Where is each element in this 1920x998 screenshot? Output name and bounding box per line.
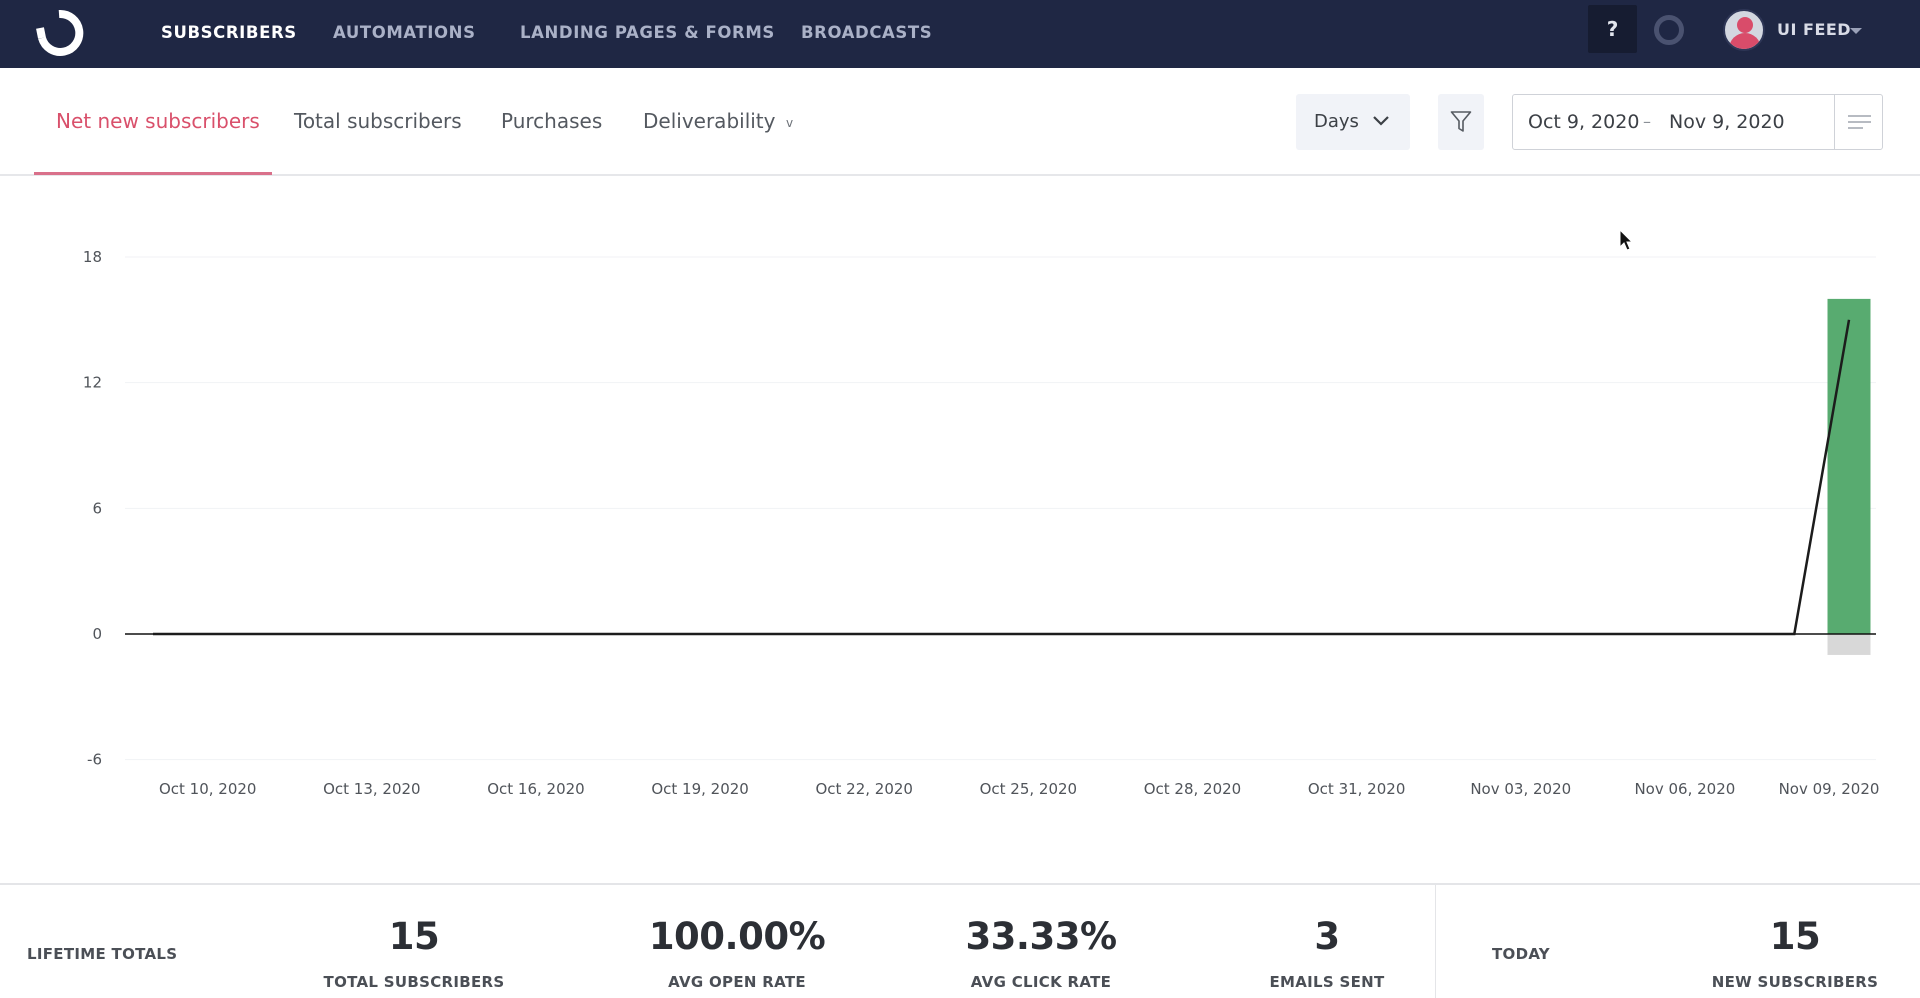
x-tick-label: Oct 25, 2020 bbox=[980, 780, 1078, 798]
mouse-cursor-icon bbox=[1619, 229, 1634, 251]
x-tick-label: Oct 19, 2020 bbox=[651, 780, 749, 798]
x-tick-label: Nov 03, 2020 bbox=[1470, 780, 1571, 798]
x-tick-label: Oct 13, 2020 bbox=[323, 780, 421, 798]
y-tick-label: -6 bbox=[87, 751, 102, 769]
date-range-picker[interactable]: Oct 9, 2020 – Nov 9, 2020 bbox=[1512, 94, 1883, 150]
stat-label: TOTAL SUBSCRIBERS bbox=[323, 973, 505, 991]
stat-label: NEW SUBSCRIBERS bbox=[1711, 973, 1879, 991]
stat-value: 33.33% bbox=[965, 915, 1117, 958]
x-tick-label: Oct 10, 2020 bbox=[159, 780, 257, 798]
caret-down-icon[interactable] bbox=[1850, 28, 1862, 34]
date-presets-menu-icon[interactable] bbox=[1834, 95, 1883, 149]
stat-label: EMAILS SENT bbox=[1269, 973, 1385, 991]
stat-value: 3 bbox=[1314, 915, 1340, 958]
help-button[interactable]: ? bbox=[1588, 5, 1637, 53]
x-tick-label: Oct 22, 2020 bbox=[815, 780, 913, 798]
date-range-start[interactable]: Oct 9, 2020 bbox=[1528, 95, 1639, 149]
tab-deliverability[interactable]: Deliverability bbox=[643, 68, 775, 174]
nav-item-automations[interactable]: AUTOMATIONS bbox=[333, 0, 476, 68]
stat-label: AVG CLICK RATE bbox=[970, 973, 1112, 991]
unsubscribes-bar bbox=[1827, 634, 1871, 655]
stat-label: AVG OPEN RATE bbox=[668, 973, 806, 991]
interval-select-value: Days bbox=[1314, 111, 1359, 132]
loading-status-icon bbox=[1654, 15, 1684, 45]
filter-icon bbox=[1450, 111, 1472, 132]
deliverability-dropdown-icon[interactable]: v bbox=[786, 116, 793, 130]
tab-purchases[interactable]: Purchases bbox=[501, 68, 602, 174]
x-tick-label: Oct 28, 2020 bbox=[1144, 780, 1242, 798]
stat-value: 100.00% bbox=[648, 915, 826, 958]
totals-panel: LIFETIME TOTALS 15 TOTAL SUBSCRIBERS 100… bbox=[0, 883, 1920, 998]
filter-button[interactable] bbox=[1438, 94, 1484, 150]
y-tick-label: 6 bbox=[92, 499, 102, 517]
x-tick-label: Nov 09, 2020 bbox=[1779, 780, 1880, 798]
new-subscribers-bar bbox=[1827, 298, 1871, 634]
chart-canvas: 18 12 6 0 -6 Oct 10, 2020 Oct 13, 2020 Oct 16, … bbox=[83, 248, 1880, 798]
lifetime-totals-label: LIFETIME TOTALS bbox=[27, 945, 178, 963]
y-tick-label: 0 bbox=[92, 625, 102, 643]
x-tick-label: Oct 31, 2020 bbox=[1308, 780, 1406, 798]
top-navigation: SUBSCRIBERS AUTOMATIONS LANDING PAGES & … bbox=[0, 0, 1920, 68]
tab-total-subscribers[interactable]: Total subscribers bbox=[294, 68, 462, 174]
active-tab-indicator bbox=[34, 172, 272, 175]
avatar-body-shape bbox=[1729, 33, 1761, 49]
tab-net-new-subscribers[interactable]: Net new subscribers bbox=[56, 68, 260, 174]
totals-divider bbox=[1435, 885, 1436, 998]
app-logo-icon[interactable] bbox=[34, 8, 84, 58]
x-tick-label: Nov 06, 2020 bbox=[1634, 780, 1735, 798]
x-tick-label: Oct 16, 2020 bbox=[487, 780, 585, 798]
nav-item-landing-pages-forms[interactable]: LANDING PAGES & FORMS bbox=[520, 0, 775, 68]
avatar-head-shape bbox=[1737, 17, 1753, 33]
nav-item-broadcasts[interactable]: BROADCASTS bbox=[801, 0, 932, 68]
nav-item-subscribers[interactable]: SUBSCRIBERS bbox=[161, 0, 297, 68]
today-label: TODAY bbox=[1492, 945, 1550, 963]
net-new-subscribers-chart: 18 12 6 0 -6 Oct 10, 2020 Oct 13, 2020 Oct 16, … bbox=[0, 178, 1920, 883]
y-tick-label: 18 bbox=[83, 248, 102, 266]
chevron-down-icon bbox=[1373, 116, 1389, 126]
avatar[interactable] bbox=[1723, 9, 1765, 51]
date-range-separator: – bbox=[1643, 112, 1651, 131]
account-menu[interactable]: UI FEED bbox=[1777, 0, 1851, 60]
y-tick-label: 12 bbox=[83, 374, 102, 392]
interval-select[interactable]: Days bbox=[1296, 94, 1410, 150]
stat-value: 15 bbox=[388, 915, 440, 958]
net-new-subscribers-line bbox=[153, 319, 1851, 636]
date-range-end[interactable]: Nov 9, 2020 bbox=[1669, 95, 1785, 149]
stat-value: 15 bbox=[1769, 915, 1821, 958]
